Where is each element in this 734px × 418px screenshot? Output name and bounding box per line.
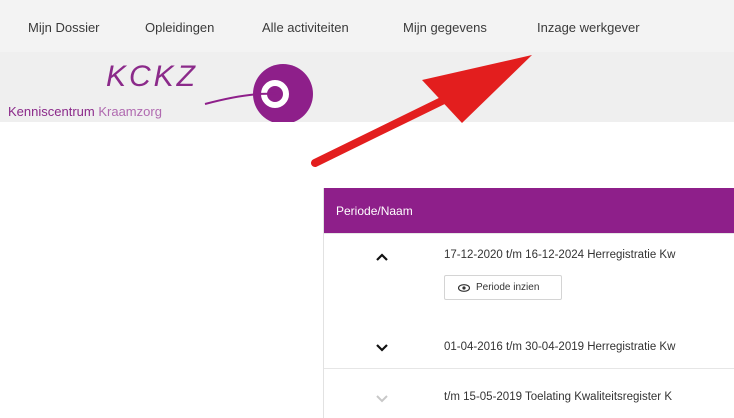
logo-text: KCKZ bbox=[106, 60, 199, 93]
period-row-text: t/m 15-05-2019 Toelating Kwaliteitsregis… bbox=[444, 391, 672, 403]
nav-item-alle-activiteiten[interactable]: Alle activiteiten bbox=[262, 20, 349, 35]
nav-item-mijn-gegevens[interactable]: Mijn gegevens bbox=[403, 20, 487, 35]
periods-table: Periode/Naam 17-12-2020 t/m 16-12-2024 H… bbox=[323, 188, 734, 418]
period-row-text: 01-04-2016 t/m 30-04-2019 Herregistratie… bbox=[444, 341, 676, 353]
header-divider bbox=[324, 233, 734, 234]
periode-inzien-label: Periode inzien bbox=[476, 282, 540, 293]
table-header: Periode/Naam bbox=[324, 188, 734, 233]
period-row-text: 17-12-2020 t/m 16-12-2024 Herregistratie… bbox=[444, 249, 676, 261]
nav-item-opleidingen[interactable]: Opleidingen bbox=[145, 20, 214, 35]
chevron-down-icon[interactable] bbox=[375, 343, 389, 353]
chevron-down-icon[interactable] bbox=[375, 394, 389, 404]
nav-item-inzage-werkgever[interactable]: Inzage werkgever bbox=[537, 20, 640, 35]
row-divider bbox=[324, 368, 734, 369]
nav-item-mijn-dossier[interactable]: Mijn Dossier bbox=[28, 20, 100, 35]
top-navigation: Mijn Dossier Opleidingen Alle activiteit… bbox=[0, 0, 734, 52]
chevron-up-icon[interactable] bbox=[375, 252, 389, 262]
column-header-periode-naam: Periode/Naam bbox=[336, 204, 413, 218]
eye-icon bbox=[458, 284, 470, 292]
logo-subtitle: Kenniscentrum Kraamzorg bbox=[8, 104, 162, 119]
periode-inzien-button[interactable]: Periode inzien bbox=[444, 275, 562, 300]
